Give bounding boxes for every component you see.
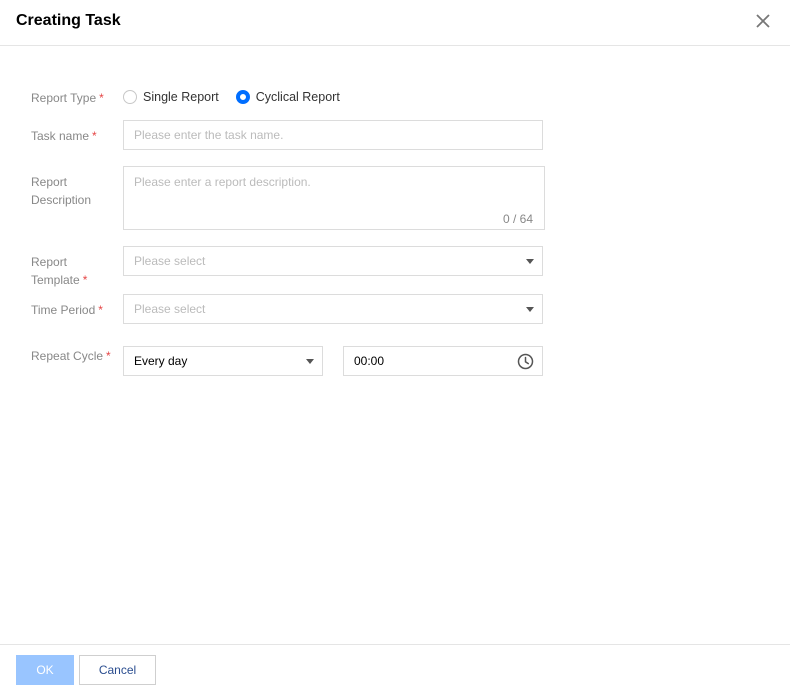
time-picker-input[interactable]: 00:00 — [343, 346, 543, 376]
task-name-input[interactable] — [123, 120, 543, 150]
report-description-label: Report Description — [31, 173, 111, 209]
caret-down-icon — [306, 359, 314, 364]
required-mark: * — [82, 273, 88, 287]
report-type-label: Report Type * — [31, 89, 111, 107]
clock-icon[interactable] — [517, 353, 534, 373]
radio-single-report[interactable]: Single Report — [123, 90, 219, 104]
caret-down-icon — [526, 259, 534, 264]
report-template-placeholder: Please select — [134, 254, 206, 268]
report-description-label-line1: Report — [31, 175, 68, 189]
task-name-label: Task name * — [31, 127, 111, 145]
report-template-label: Report Template * — [31, 253, 111, 289]
report-template-label-line2: Template — [31, 273, 80, 287]
report-description-textarea[interactable] — [123, 166, 545, 230]
repeat-cycle-label: Repeat Cycle * — [31, 347, 111, 365]
radio-circle-unchecked[interactable] — [123, 90, 137, 104]
ok-button[interactable]: OK — [16, 655, 74, 685]
dialog-header: Creating Task — [0, 0, 790, 46]
radio-single-report-label: Single Report — [143, 90, 219, 104]
report-type-label-text: Report Type — [31, 91, 97, 105]
repeat-cycle-value: Every day — [134, 354, 188, 368]
radio-cyclical-report-label: Cyclical Report — [255, 90, 340, 104]
report-template-label-line1: Report — [31, 255, 68, 269]
caret-down-icon — [526, 307, 534, 312]
time-period-label: Time Period * — [31, 301, 111, 319]
cancel-button[interactable]: Cancel — [79, 655, 156, 685]
required-mark: * — [106, 349, 111, 363]
time-period-placeholder: Please select — [134, 302, 206, 316]
time-picker-value: 00:00 — [354, 354, 385, 368]
report-template-select[interactable]: Please select — [123, 246, 543, 276]
radio-circle-checked[interactable] — [235, 90, 250, 104]
required-mark: * — [99, 91, 104, 105]
close-icon[interactable] — [754, 12, 772, 30]
repeat-cycle-select[interactable]: Every day — [123, 346, 323, 376]
description-char-counter: 0 / 64 — [503, 212, 534, 226]
task-name-label-text: Task name — [31, 129, 90, 143]
radio-cyclical-report[interactable]: Cyclical Report — [235, 90, 340, 104]
repeat-cycle-label-text: Repeat Cycle — [31, 349, 104, 363]
time-period-label-text: Time Period — [31, 303, 96, 317]
report-type-radio-group: Single Report Cyclical Report — [123, 88, 357, 106]
required-mark: * — [92, 129, 97, 143]
report-description-label-line2: Description — [31, 193, 92, 207]
required-mark: * — [98, 303, 103, 317]
dialog-title: Creating Task — [16, 12, 121, 29]
time-period-select[interactable]: Please select — [123, 294, 543, 324]
